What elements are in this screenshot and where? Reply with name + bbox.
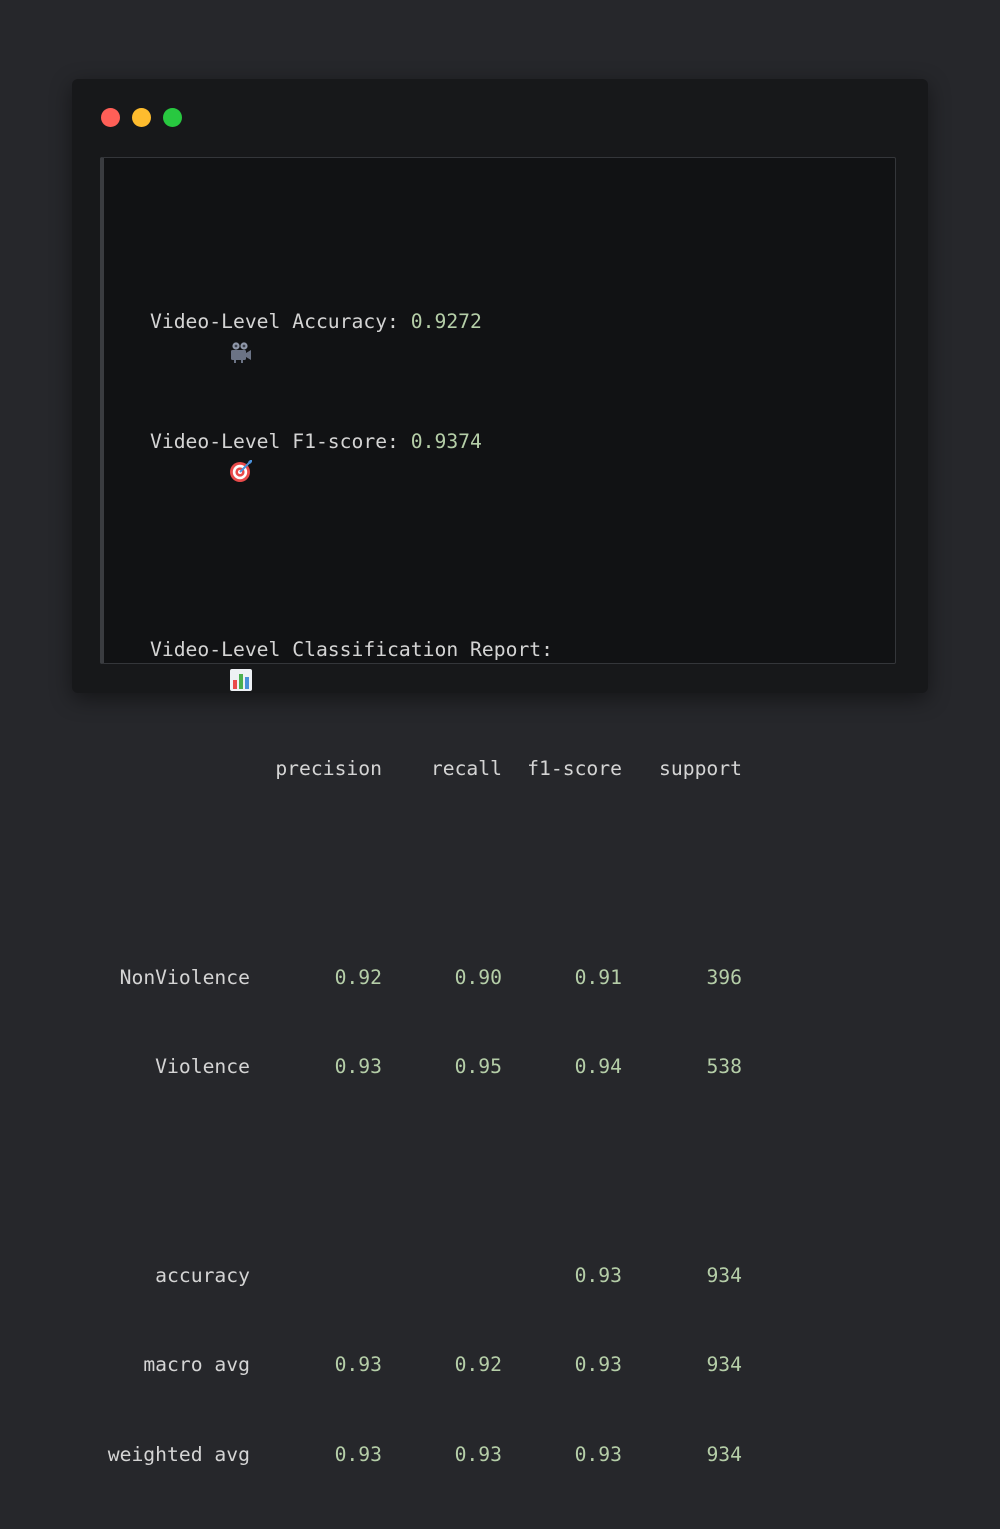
f1-value: 0.9374 (410, 429, 482, 453)
cell-f1: 0.94 (574, 1055, 622, 1079)
row-label: Violence (155, 1055, 250, 1079)
table-row: macro avg 0.93 0.92 0.93 934 (106, 1350, 742, 1380)
row-label: accuracy (155, 1263, 250, 1287)
cell-f1: 0.93 (574, 1442, 622, 1466)
report-header: precision recall f1-score support (106, 754, 742, 784)
table-row: Violence 0.93 0.95 0.94 538 (106, 1052, 742, 1082)
cell-precision: 0.92 (334, 965, 382, 989)
cell-f1: 0.93 (574, 1263, 622, 1287)
header-f1: f1-score (527, 757, 622, 781)
accuracy-value: 0.9272 (410, 310, 482, 334)
terminal-window: Video-Level Accuracy: 0.9272 Video-Level… (72, 79, 928, 1466)
output-text: Video-Level Accuracy: 0.9272 Video-Level… (106, 218, 742, 1529)
row-label: NonViolence (119, 965, 250, 989)
f1-line: Video-Level F1-score: 0.9374 (106, 427, 742, 483)
accuracy-line: Video-Level Accuracy: 0.9272 (106, 307, 742, 364)
table-row: NonViolence 0.92 0.90 0.91 396 (106, 963, 742, 993)
cell-recall: 0.90 (454, 965, 502, 989)
output-panel: Video-Level Accuracy: 0.9272 Video-Level… (100, 157, 896, 1466)
minimize-button[interactable] (132, 108, 151, 127)
cell-support: 396 (706, 965, 742, 989)
row-label: weighted avg (107, 1442, 250, 1466)
window-controls (101, 108, 182, 127)
cell-recall (382, 1261, 502, 1291)
close-button[interactable] (101, 108, 120, 127)
cell-recall: 0.95 (454, 1055, 502, 1079)
cell-support: 934 (706, 1353, 742, 1377)
header-recall: recall (430, 757, 502, 781)
row-label: macro avg (143, 1353, 250, 1377)
table-row: accuracy 0.93 934 (106, 1261, 742, 1291)
header-support: support (659, 757, 742, 781)
cell-f1: 0.93 (574, 1353, 622, 1377)
bar-chart-icon (110, 638, 252, 691)
cell-support: 538 (706, 1055, 742, 1079)
report-title: Video-Level Classification Report: (150, 638, 553, 662)
cell-recall: 0.93 (454, 1442, 502, 1466)
cell-precision (250, 1261, 382, 1291)
table-row: weighted avg 0.93 0.93 0.93 934 (106, 1440, 742, 1470)
cell-precision: 0.93 (334, 1442, 382, 1466)
f1-label: Video-Level F1-score: (150, 429, 411, 453)
cell-precision: 0.93 (334, 1353, 382, 1377)
target-icon (110, 429, 252, 483)
cell-f1: 0.91 (574, 965, 622, 989)
movie-camera-icon (110, 310, 251, 364)
accuracy-label: Video-Level Accuracy: (150, 310, 411, 334)
maximize-button[interactable] (163, 108, 182, 127)
report-title-line: Video-Level Classification Report: (106, 635, 742, 691)
cell-support: 934 (706, 1442, 742, 1466)
cell-support: 934 (706, 1263, 742, 1287)
cell-precision: 0.93 (334, 1055, 382, 1079)
header-precision: precision (275, 757, 382, 781)
cell-recall: 0.92 (454, 1353, 502, 1377)
